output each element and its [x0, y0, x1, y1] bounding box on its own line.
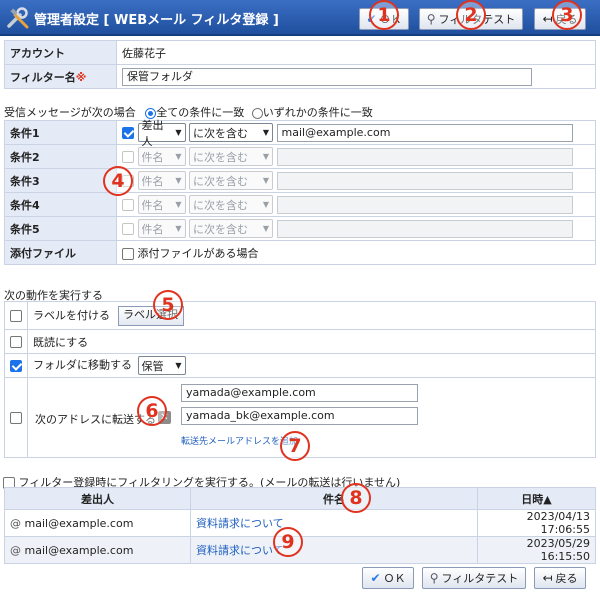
filter-name-input[interactable]: 保管フォルダ	[122, 67, 532, 86]
condition-operator-select[interactable]: に次を含む ▼	[189, 219, 273, 238]
results-header-row: 差出人 件名 日時▲	[4, 487, 596, 510]
condition-row: 条件5 件名 ▼ に次を含む ▼	[4, 216, 596, 241]
condition-label: 条件3	[4, 168, 117, 193]
callout-badge: 1	[369, 0, 399, 30]
condition-operator-select[interactable]: に次を含む ▼	[189, 195, 273, 214]
condition-field-select[interactable]: 件名 ▼	[137, 171, 186, 190]
condition-checkbox[interactable]	[122, 126, 134, 139]
magnifier-icon: ⚲	[429, 571, 439, 585]
conditions-table: 条件1 差出人 ▼ に次を含む ▼ mail@example.com 条件2 件名 ▼…	[4, 119, 596, 265]
forward-address-input[interactable]: yamada@example.com	[181, 384, 418, 402]
attachment-label: 添付ファイル	[4, 240, 117, 265]
checkmark-icon: ✔	[370, 571, 381, 585]
condition-value-input[interactable]: mail@example.com	[276, 123, 573, 142]
condition-checkbox[interactable]	[122, 198, 134, 211]
forward-address-input[interactable]: yamada_bk@example.com	[181, 407, 418, 425]
match-mode-row: 受信メッセージが次の場合 全ての条件に一致 いずれかの条件に一致	[4, 104, 373, 120]
move-folder-checkbox[interactable]	[10, 360, 22, 372]
callout-badge: 6	[137, 396, 167, 426]
mail-icon: @	[10, 543, 21, 557]
condition-checkbox[interactable]	[122, 222, 134, 235]
folder-select[interactable]: 保管 ▼	[137, 356, 186, 375]
required-mark: ※	[75, 70, 87, 84]
account-value: 佐藤花子	[116, 40, 596, 65]
chevron-down-icon: ▼	[175, 176, 182, 185]
condition-row: 条件1 差出人 ▼ に次を含む ▼ mail@example.com	[4, 119, 596, 148]
condition-row: 条件3 件名 ▼ に次を含む ▼	[4, 168, 596, 193]
condition-row: 条件2 件名 ▼ に次を含む ▼	[4, 144, 596, 169]
chevron-down-icon: ▼	[175, 200, 182, 209]
magnifier-icon: ⚲	[426, 12, 436, 26]
match-any-label: いずれかの条件に一致	[262, 106, 373, 119]
chevron-down-icon: ▼	[262, 200, 269, 209]
callout-badge: 8	[341, 483, 371, 513]
page-title: 管理者設定 [ WEBメール フィルタ登録 ]	[34, 13, 279, 28]
condition-value-input[interactable]	[276, 195, 573, 214]
row-subject-link[interactable]: 資料請求について	[196, 544, 284, 557]
condition-row: 条件4 件名 ▼ に次を含む ▼	[4, 192, 596, 217]
from-column-header[interactable]: 差出人	[4, 487, 191, 510]
footer-ok-button[interactable]: ✔ ＯＫ	[362, 567, 414, 589]
condition-value-input[interactable]	[276, 219, 573, 238]
move-folder-text: フォルダに移動する	[33, 358, 132, 372]
back-label: 戻る	[555, 572, 578, 585]
account-label: アカウント	[4, 40, 117, 65]
callout-badge: 5	[153, 290, 183, 320]
chevron-down-icon: ▼	[262, 224, 269, 233]
chevron-down-icon: ▼	[262, 152, 269, 161]
tools-icon	[7, 7, 29, 29]
mail-icon: @	[10, 516, 21, 530]
chevron-down-icon: ▼	[175, 361, 182, 370]
footer-back-button[interactable]: ↤ 戻る	[534, 567, 586, 589]
mark-read-checkbox[interactable]	[10, 336, 22, 348]
chevron-down-icon: ▼	[175, 128, 182, 137]
mark-read-text: 既読にする	[27, 329, 596, 354]
filter-info-table: アカウント 佐藤花子 フィルター名※ 保管フォルダ	[4, 40, 596, 89]
condition-operator-select[interactable]: に次を含む ▼	[189, 147, 273, 166]
label-action-checkbox[interactable]	[10, 310, 22, 322]
date-column-header[interactable]: 日時▲	[477, 487, 596, 510]
chevron-down-icon: ▼	[175, 224, 182, 233]
condition-label: 条件1	[4, 120, 117, 145]
footer-filter-test-button[interactable]: ⚲ フィルタテスト	[422, 567, 526, 589]
filter-results-table: 差出人 件名 日時▲ @ mail@example.com 資料請求について 2…	[4, 487, 596, 564]
chevron-down-icon: ▼	[262, 176, 269, 185]
attachment-row: 添付ファイル 添付ファイルがある場合	[4, 240, 596, 265]
attachment-option-label: 添付ファイルがある場合	[137, 246, 259, 260]
ok-label: ＯＫ	[383, 572, 406, 585]
label-action-text: ラベルを付ける	[33, 308, 110, 322]
row-date: 2023/04/13 17:06:55	[477, 509, 596, 537]
condition-label: 条件2	[4, 144, 117, 169]
condition-value-input[interactable]	[276, 171, 573, 190]
callout-badge: 3	[552, 0, 582, 30]
forward-checkbox[interactable]	[10, 412, 22, 424]
condition-field-select[interactable]: 件名 ▼	[137, 195, 186, 214]
condition-value-input[interactable]	[276, 147, 573, 166]
row-from: mail@example.com	[24, 516, 134, 530]
row-from: mail@example.com	[24, 543, 134, 557]
chevron-down-icon: ▼	[175, 152, 182, 161]
callout-badge: 7	[280, 431, 310, 461]
match-intro: 受信メッセージが次の場合	[4, 106, 136, 119]
callout-badge: 2	[456, 0, 486, 30]
callout-badge: 9	[273, 527, 303, 557]
attachment-checkbox[interactable]	[122, 247, 134, 260]
back-arrow-icon: ↤	[542, 571, 553, 585]
condition-field-select[interactable]: 差出人 ▼	[137, 119, 186, 148]
condition-field-select[interactable]: 件名 ▼	[137, 219, 186, 238]
callout-badge: 4	[103, 166, 133, 196]
chevron-down-icon: ▼	[262, 128, 269, 137]
condition-operator-select[interactable]: に次を含む ▼	[189, 171, 273, 190]
row-subject-link[interactable]: 資料請求について	[196, 517, 284, 530]
match-any-radio[interactable]	[251, 107, 263, 119]
filter-test-label: フィルタテスト	[441, 572, 519, 585]
filter-name-label: フィルター名※	[4, 64, 117, 89]
row-date: 2023/05/29 16:15:50	[477, 536, 596, 564]
condition-checkbox[interactable]	[122, 150, 134, 163]
condition-operator-select[interactable]: に次を含む ▼	[189, 123, 273, 142]
condition-field-select[interactable]: 件名 ▼	[137, 147, 186, 166]
subject-column-header[interactable]: 件名	[190, 487, 478, 510]
condition-label: 条件5	[4, 216, 117, 241]
condition-label: 条件4	[4, 192, 117, 217]
